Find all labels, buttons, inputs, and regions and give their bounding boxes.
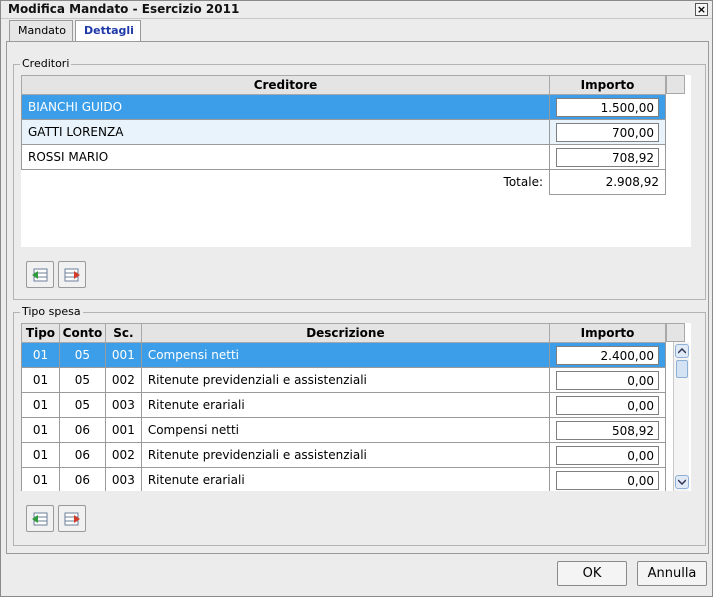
- importo-cell: 0,00: [548, 392, 667, 418]
- tipo-cell: 01: [21, 342, 60, 368]
- tab-dettagli[interactable]: Dettagli: [75, 20, 141, 43]
- chevron-up-icon: [678, 348, 686, 354]
- tipo-cell: 01: [21, 467, 60, 491]
- creditore-name: ROSSI MARIO: [21, 144, 550, 170]
- remove-row-icon: [64, 512, 80, 525]
- descrizione-cell: Ritenute erariali: [140, 392, 550, 418]
- sc-cell: 003: [104, 392, 142, 418]
- dialog-window: Modifica Mandato - Esercizio 2011 × Mand…: [0, 0, 713, 597]
- table-row[interactable]: 01 06 003 Ritenute erariali 0,00: [21, 467, 667, 491]
- table-row[interactable]: 01 05 001 Compensi netti 2.400,00: [21, 342, 667, 368]
- conto-cell: 06: [58, 417, 106, 443]
- col-header-importo[interactable]: Importo: [548, 323, 667, 343]
- importo-input[interactable]: 708,92: [556, 147, 659, 167]
- header-corner: [666, 323, 685, 342]
- cancel-button[interactable]: Annulla: [637, 561, 707, 586]
- add-row-icon: [32, 512, 48, 525]
- conto-cell: 05: [58, 342, 106, 368]
- remove-row-icon: [64, 268, 80, 281]
- creditori-grid: Creditore Importo BIANCHI GUIDO 1.500,00 G…: [21, 75, 691, 247]
- table-row[interactable]: 01 05 002 Ritenute previdenziali e assisten…: [21, 367, 667, 393]
- tipo-spesa-group: Tipo spesa Tipo Conto Sc. Descrizione Im…: [13, 305, 706, 546]
- sc-cell: 002: [104, 442, 142, 468]
- totale-value: 2.908,92: [549, 169, 666, 195]
- col-header-sc[interactable]: Sc.: [104, 323, 142, 343]
- importo-input[interactable]: 0,00: [555, 470, 659, 490]
- close-icon: ×: [696, 3, 707, 16]
- importo-input[interactable]: 0,00: [555, 445, 659, 465]
- tipo-spesa-legend: Tipo spesa: [20, 305, 83, 318]
- descrizione-cell: Ritenute previdenziali e assistenziali: [140, 367, 550, 393]
- importo-cell: 708,92: [549, 144, 666, 170]
- importo-input[interactable]: 1.500,00: [556, 97, 659, 117]
- col-header-tipo[interactable]: Tipo: [21, 323, 60, 343]
- descrizione-cell: Ritenute erariali: [140, 467, 550, 491]
- sc-cell: 003: [104, 467, 142, 491]
- vertical-scrollbar[interactable]: [673, 342, 689, 491]
- table-row[interactable]: ROSSI MARIO 708,92: [21, 144, 666, 170]
- sc-cell: 002: [104, 367, 142, 393]
- tipo-spesa-grid: Tipo Conto Sc. Descrizione Importo 01 05 0…: [21, 323, 691, 491]
- col-header-descrizione[interactable]: Descrizione: [140, 323, 550, 343]
- importo-cell: 508,92: [548, 417, 667, 443]
- tab-mandato[interactable]: Mandato: [9, 20, 73, 42]
- add-tipo-spesa-button[interactable]: [26, 505, 54, 532]
- conto-cell: 05: [58, 367, 106, 393]
- totale-label: Totale:: [503, 175, 543, 190]
- col-header-importo[interactable]: Importo: [549, 75, 666, 95]
- tipo-cell: 01: [21, 367, 60, 393]
- sc-cell: 001: [104, 342, 142, 368]
- col-header-conto[interactable]: Conto: [58, 323, 106, 343]
- importo-cell: 2.400,00: [548, 342, 667, 368]
- add-row-icon: [32, 268, 48, 281]
- table-row[interactable]: 01 06 001 Compensi netti 508,92: [21, 417, 667, 443]
- add-creditore-button[interactable]: [26, 261, 54, 288]
- importo-input[interactable]: 700,00: [556, 122, 659, 142]
- conto-cell: 06: [58, 467, 106, 491]
- tipo-cell: 01: [21, 417, 60, 443]
- descrizione-cell: Ritenute previdenziali e assistenziali: [140, 442, 550, 468]
- scroll-down-button[interactable]: [675, 475, 689, 489]
- creditore-name: GATTI LORENZA: [21, 119, 550, 145]
- table-row[interactable]: GATTI LORENZA 700,00: [21, 119, 666, 145]
- scroll-up-button[interactable]: [675, 344, 689, 358]
- importo-cell: 1.500,00: [549, 94, 666, 120]
- title-bar: Modifica Mandato - Esercizio 2011 ×: [1, 1, 712, 19]
- scroll-thumb[interactable]: [676, 360, 688, 378]
- totale-row: Totale: 2.908,92: [22, 169, 666, 195]
- importo-cell: 0,00: [548, 367, 667, 393]
- col-header-creditore[interactable]: Creditore: [21, 75, 550, 95]
- creditori-group: Creditori Creditore Importo BIANCHI GUID…: [13, 57, 706, 300]
- tipo-cell: 01: [21, 392, 60, 418]
- close-button[interactable]: ×: [695, 3, 708, 16]
- header-corner: [666, 75, 685, 94]
- creditore-name: BIANCHI GUIDO: [21, 94, 550, 120]
- conto-cell: 05: [58, 392, 106, 418]
- ok-button[interactable]: OK: [557, 561, 627, 586]
- importo-input[interactable]: 0,00: [555, 370, 659, 390]
- remove-tipo-spesa-button[interactable]: [58, 505, 86, 532]
- tab-content-panel: Creditori Creditore Importo BIANCHI GUID…: [6, 41, 709, 554]
- sc-cell: 001: [104, 417, 142, 443]
- remove-creditore-button[interactable]: [58, 261, 86, 288]
- descrizione-cell: Compensi netti: [140, 417, 550, 443]
- table-row[interactable]: 01 05 003 Ritenute erariali 0,00: [21, 392, 667, 418]
- table-row[interactable]: BIANCHI GUIDO 1.500,00: [21, 94, 666, 120]
- window-title: Modifica Mandato - Esercizio 2011: [8, 2, 240, 16]
- importo-cell: 700,00: [549, 119, 666, 145]
- importo-input[interactable]: 0,00: [555, 395, 659, 415]
- descrizione-cell: Compensi netti: [140, 342, 550, 368]
- importo-input[interactable]: 2.400,00: [555, 345, 659, 365]
- creditori-legend: Creditori: [20, 57, 72, 70]
- importo-cell: 0,00: [548, 442, 667, 468]
- table-row[interactable]: 01 06 002 Ritenute previdenziali e assisten…: [21, 442, 667, 468]
- chevron-down-icon: [678, 479, 686, 485]
- importo-input[interactable]: 508,92: [555, 420, 659, 440]
- tipo-cell: 01: [21, 442, 60, 468]
- importo-cell: 0,00: [548, 467, 667, 491]
- conto-cell: 06: [58, 442, 106, 468]
